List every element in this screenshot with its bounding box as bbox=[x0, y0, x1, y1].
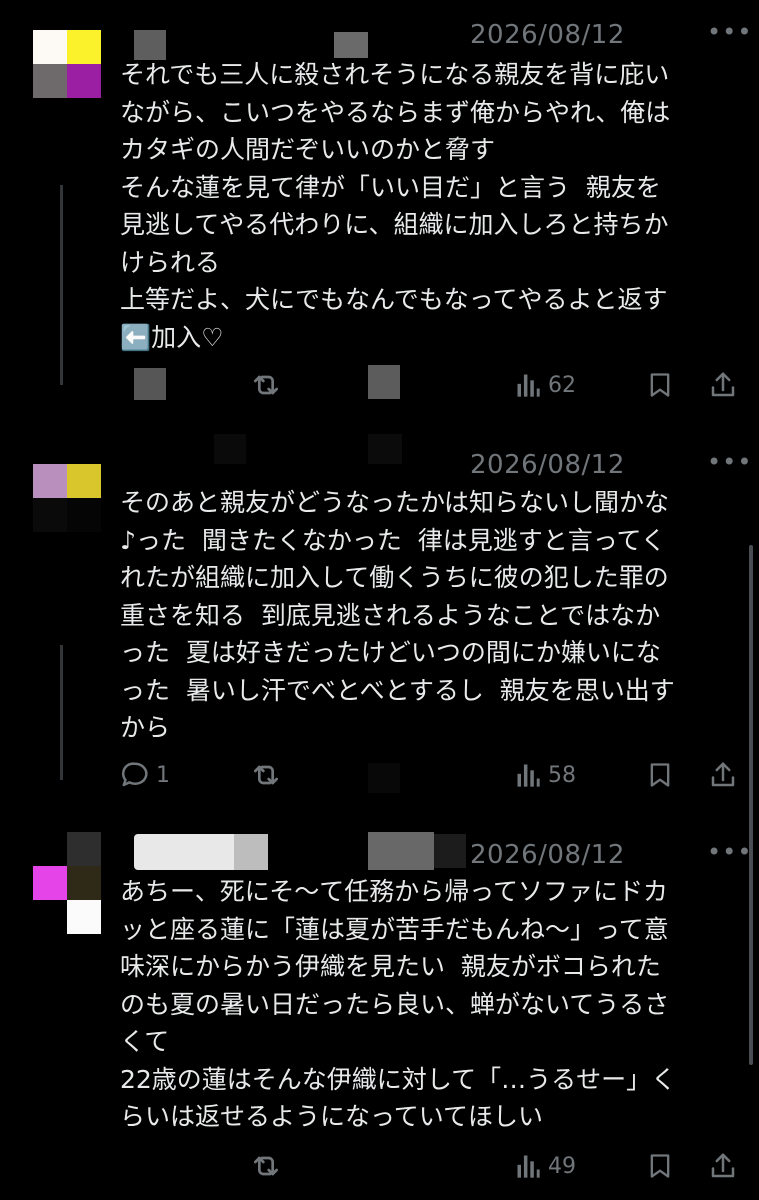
more-options-icon[interactable]: ••• bbox=[707, 448, 752, 476]
bookmark-icon bbox=[650, 1154, 670, 1178]
views-button[interactable]: 49 bbox=[514, 1146, 576, 1186]
post-text: あちー、死にそ〜て任務から帰ってソファにドカ ッと座る蓮に「蓮は夏が苦手だもんね… bbox=[120, 877, 677, 1131]
share-icon bbox=[711, 762, 735, 787]
avatar[interactable] bbox=[33, 30, 101, 98]
views-icon bbox=[517, 764, 540, 787]
post-1[interactable]: 2026/08/12 ••• それでも三人に殺されそうになる親友を背に庇い なが… bbox=[0, 0, 759, 420]
views-button[interactable]: 58 bbox=[514, 755, 576, 795]
post-actions: 1 58 bbox=[0, 755, 759, 795]
repost-icon bbox=[254, 375, 278, 395]
user-display-name[interactable] bbox=[214, 434, 246, 464]
bookmark-button[interactable] bbox=[646, 365, 674, 405]
bookmark-button[interactable] bbox=[646, 755, 674, 795]
reply-button[interactable]: 1 bbox=[120, 755, 170, 795]
views-count: 49 bbox=[548, 1153, 576, 1179]
repost-icon bbox=[254, 1156, 278, 1176]
share-button[interactable] bbox=[708, 755, 738, 795]
avatar[interactable] bbox=[33, 464, 101, 532]
repost-icon bbox=[254, 765, 278, 785]
repost-button[interactable] bbox=[250, 755, 282, 795]
share-button[interactable] bbox=[708, 1146, 738, 1186]
more-options-icon[interactable]: ••• bbox=[707, 838, 752, 866]
bookmark-button[interactable] bbox=[646, 1146, 674, 1186]
post-2[interactable]: 2026/08/12 ••• そのあと親友がどうなったかは知らないし聞かな ♪っ… bbox=[0, 420, 759, 820]
views-count: 58 bbox=[548, 762, 576, 788]
scrollbar[interactable] bbox=[749, 545, 753, 1065]
post-actions: 49 bbox=[0, 1146, 759, 1186]
post-3[interactable]: 2026/08/12 ••• あちー、死にそ〜て任務から帰ってソファにドカ ッと… bbox=[0, 820, 759, 1200]
post-date: 2026/08/12 bbox=[470, 20, 625, 50]
user-handle[interactable] bbox=[368, 434, 402, 464]
share-button[interactable] bbox=[708, 365, 738, 405]
share-icon bbox=[711, 372, 735, 397]
like-icon[interactable] bbox=[368, 365, 400, 399]
avatar[interactable] bbox=[33, 832, 101, 934]
reply-icon[interactable] bbox=[134, 368, 166, 400]
post-actions: 62 bbox=[0, 365, 759, 405]
post-text: そのあと親友がどうなったかは知らないし聞かな ♪った 聞きたくなかった 律は見逃… bbox=[120, 488, 675, 742]
user-handle[interactable] bbox=[334, 32, 368, 58]
thread-line bbox=[60, 185, 63, 385]
bookmark-icon bbox=[650, 373, 670, 397]
views-button[interactable]: 62 bbox=[514, 365, 576, 405]
views-icon bbox=[517, 374, 540, 397]
repost-button[interactable] bbox=[250, 1146, 282, 1186]
reply-icon bbox=[121, 762, 148, 787]
share-icon bbox=[711, 1153, 735, 1178]
reply-count: 1 bbox=[156, 762, 170, 788]
repost-button[interactable] bbox=[250, 365, 282, 405]
like-icon[interactable] bbox=[368, 763, 400, 793]
views-count: 62 bbox=[548, 372, 576, 398]
more-options-icon[interactable]: ••• bbox=[707, 18, 752, 46]
post-date: 2026/08/12 bbox=[470, 840, 625, 870]
user-handle[interactable] bbox=[368, 832, 434, 870]
views-icon bbox=[517, 1155, 540, 1178]
post-date: 2026/08/12 bbox=[470, 450, 625, 480]
bookmark-icon bbox=[650, 763, 670, 787]
post-text: それでも三人に殺されそうになる親友を背に庇い ながら、こいつをやるならまず俺から… bbox=[120, 60, 671, 352]
